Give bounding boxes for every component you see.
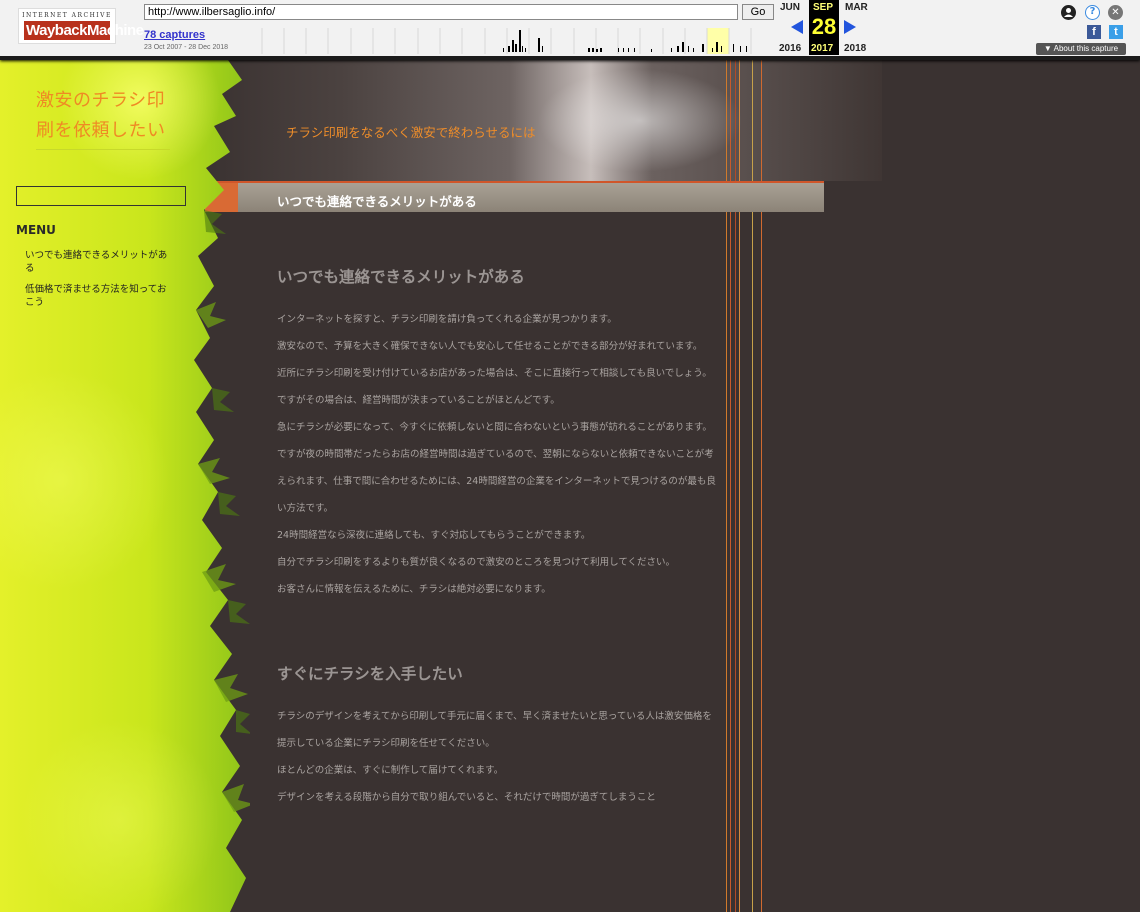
paragraph: 近所にチラシ印刷を受け付けているお店があった場合は、そこに直接行って相談しても良… — [277, 368, 712, 379]
site-title[interactable]: 激安のチラシ印刷を依頼したい — [36, 86, 176, 146]
paragraph: 24時間経営なら深夜に連絡しても、すぐ対応してもらうことができます。 — [277, 530, 591, 541]
wayback-current-month: SEP — [813, 2, 834, 13]
twitter-icon[interactable]: t — [1109, 25, 1123, 39]
site-tagline: チラシ印刷をなるべく激安で終わらせるには — [286, 125, 536, 140]
paragraph: 自分でチラシ印刷をするよりも質が良くなるので激安のところを見つけて利用してくださ… — [277, 557, 676, 568]
paragraph: チラシのデザインを考えてから印刷して手元に届くまで、早く済ませたいと思っている人… — [277, 711, 712, 749]
section-title: すぐにチラシを入手したい — [277, 665, 463, 683]
wayback-logo-top: INTERNET ARCHIVE — [22, 12, 112, 19]
paragraph: デザインを考える段階から自分で取り組んでいると、それだけで時間が過ぎてしまうこと — [277, 792, 656, 803]
menu-item-link[interactable]: 低価格で済ませる方法を知っておこう — [25, 283, 175, 309]
help-icon[interactable]: ? — [1085, 5, 1100, 20]
main-content: いつでも連絡できるメリットがある インターネットを探すと、チラシ印刷を請け負って… — [277, 212, 717, 811]
close-icon[interactable]: ✕ — [1108, 5, 1123, 20]
wayback-next-year[interactable]: 2018 — [844, 43, 866, 54]
paragraph: ほとんどの企業は、すぐに制作して届けてくれます。 — [277, 765, 504, 776]
wayback-go-button[interactable]: Go — [742, 4, 774, 20]
wayback-next-month[interactable]: MAR — [845, 2, 868, 13]
arrow-left-icon[interactable] — [791, 20, 803, 34]
section-title: いつでも連絡できるメリットがある — [277, 268, 525, 286]
paragraph: インターネットを探すと、チラシ印刷を請け負ってくれる企業が見つかります。 — [277, 314, 617, 325]
wayback-current-year: 2017 — [811, 43, 834, 54]
menu-list: いつでも連絡できるメリットがある 低価格で済ませる方法を知っておこう — [25, 249, 175, 317]
wayback-prev-month[interactable]: JUN — [780, 2, 800, 13]
paragraph: 急にチラシが必要になって、今すぐに依頼しないと間に合わないという事態が訪れること… — [277, 422, 712, 433]
page-title-bar: いつでも連絡できるメリットがある — [205, 181, 824, 212]
user-icon[interactable] — [1061, 5, 1076, 20]
page-title: いつでも連絡できるメリットがある — [277, 194, 477, 209]
wayback-about-capture[interactable]: ▼ About this capture — [1036, 43, 1126, 55]
header-glow — [520, 60, 760, 181]
wayback-url-input[interactable]: http://www.ilbersaglio.info/ — [144, 4, 738, 20]
arrow-right-icon[interactable] — [844, 20, 856, 34]
wayback-logo-main: WaybackMachine — [24, 21, 144, 40]
facebook-icon[interactable]: f — [1087, 25, 1101, 39]
paragraph: 激安なので、予算を大きく確保できない人でも安心して任せることができる部分が好まれ… — [277, 341, 703, 352]
wayback-sparkline[interactable] — [240, 28, 774, 54]
wayback-captures-link[interactable]: 78 captures — [144, 29, 205, 41]
paragraph: ですがその場合は、経営時間が決まっていることがほとんどです。 — [277, 395, 560, 406]
wayback-capture-range: 23 Oct 2007 - 28 Dec 2018 — [144, 44, 229, 51]
wayback-logo[interactable]: INTERNET ARCHIVE WaybackMachine — [18, 8, 144, 44]
wayback-prev-year[interactable]: 2016 — [779, 43, 801, 54]
title-divider — [36, 149, 170, 150]
menu-heading: MENU — [16, 223, 56, 237]
paragraph: ですが夜の時間帯だったらお店の経営時間は過ぎているので、翌朝にならないと依頼でき… — [277, 449, 716, 514]
wayback-toolbar: INTERNET ARCHIVE WaybackMachine http://w… — [0, 0, 1140, 60]
paragraph: お客さんに情報を伝えるために、チラシは絶対必要になります。 — [277, 584, 551, 595]
search-input[interactable] — [16, 186, 186, 206]
wayback-current-day: 28 — [811, 14, 837, 39]
menu-item-link[interactable]: いつでも連絡できるメリットがある — [25, 249, 175, 275]
